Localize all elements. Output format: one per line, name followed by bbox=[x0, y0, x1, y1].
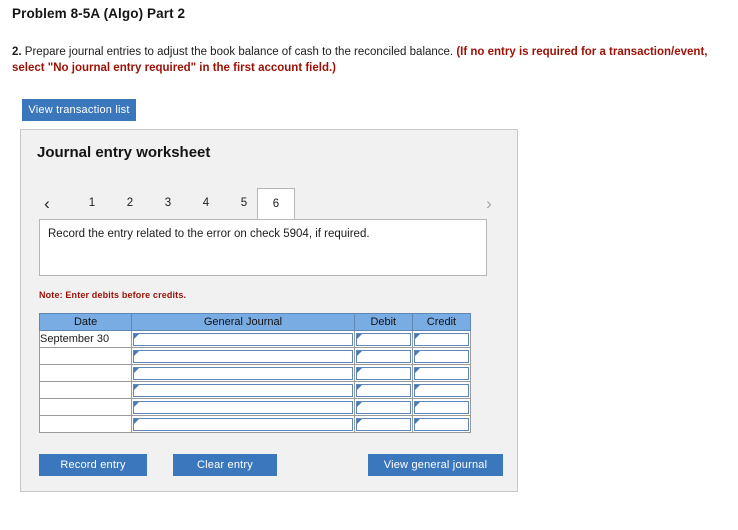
date-cell bbox=[38, 364, 133, 382]
problem-page: Problem 8-5A (Algo) Part 2 2. Prepare jo… bbox=[0, 0, 738, 530]
dropdown-marker-icon bbox=[414, 333, 420, 339]
dropdown-marker-icon bbox=[356, 367, 362, 373]
credit-input-cell[interactable] bbox=[411, 364, 472, 382]
table-header-row: Date General Journal Debit Credit bbox=[38, 313, 472, 331]
date-cell: September 30 bbox=[38, 330, 133, 348]
debit-input-cell[interactable] bbox=[353, 381, 413, 399]
date-cell bbox=[38, 347, 133, 365]
debits-before-credits-note: Note: Enter debits before credits. bbox=[39, 290, 187, 300]
credit-input[interactable] bbox=[413, 366, 469, 380]
credit-input-cell[interactable] bbox=[411, 330, 472, 348]
instruction-text: 2. Prepare journal entries to adjust the… bbox=[12, 44, 724, 76]
credit-input[interactable] bbox=[413, 400, 469, 414]
general-journal-input[interactable] bbox=[133, 332, 353, 346]
debit-input[interactable] bbox=[355, 400, 411, 414]
debit-input[interactable] bbox=[355, 349, 411, 363]
view-transaction-list-button[interactable]: View transaction list bbox=[22, 99, 136, 121]
general-journal-input[interactable] bbox=[133, 366, 353, 380]
general-journal-input[interactable] bbox=[133, 400, 353, 414]
chevron-right-icon[interactable]: › bbox=[479, 188, 499, 218]
dropdown-marker-icon bbox=[134, 401, 140, 407]
dropdown-marker-icon bbox=[356, 418, 362, 424]
general-journal-input[interactable] bbox=[133, 383, 353, 397]
general-journal-input-cell[interactable] bbox=[131, 415, 355, 433]
view-general-journal-button[interactable]: View general journal bbox=[368, 454, 503, 476]
general-journal-input-cell[interactable] bbox=[131, 330, 355, 348]
table-row: September 30 bbox=[38, 330, 472, 348]
credit-input-cell[interactable] bbox=[411, 347, 472, 365]
worksheet-tab-2[interactable]: 2 bbox=[111, 188, 149, 218]
debit-input-cell[interactable] bbox=[353, 330, 413, 348]
chevron-left-icon[interactable]: ‹ bbox=[37, 188, 57, 218]
general-journal-input-cell[interactable] bbox=[131, 347, 355, 365]
journal-entry-worksheet-panel: Journal entry worksheet ‹ › 1 2 3 4 5 6 … bbox=[20, 129, 518, 492]
journal-entry-table: Date General Journal Debit Credit Septem… bbox=[38, 313, 472, 433]
debit-input-cell[interactable] bbox=[353, 415, 413, 433]
worksheet-tab-1[interactable]: 1 bbox=[73, 188, 111, 218]
dropdown-marker-icon bbox=[134, 333, 140, 339]
table-row bbox=[38, 347, 472, 365]
date-cell bbox=[38, 381, 133, 399]
page-title: Problem 8-5A (Algo) Part 2 bbox=[12, 6, 186, 21]
column-header-date: Date bbox=[38, 313, 133, 331]
general-journal-input[interactable] bbox=[133, 417, 353, 431]
debit-input-cell[interactable] bbox=[353, 347, 413, 365]
worksheet-title: Journal entry worksheet bbox=[37, 144, 211, 161]
table-row bbox=[38, 381, 472, 399]
dropdown-marker-icon bbox=[414, 401, 420, 407]
debit-input[interactable] bbox=[355, 383, 411, 397]
general-journal-input-cell[interactable] bbox=[131, 398, 355, 416]
table-row bbox=[38, 398, 472, 416]
debit-input-cell[interactable] bbox=[353, 364, 413, 382]
dropdown-marker-icon bbox=[356, 350, 362, 356]
column-header-general-journal: General Journal bbox=[131, 313, 355, 331]
dropdown-marker-icon bbox=[414, 350, 420, 356]
dropdown-marker-icon bbox=[356, 401, 362, 407]
credit-input[interactable] bbox=[413, 417, 469, 431]
table-row bbox=[38, 415, 472, 433]
general-journal-input-cell[interactable] bbox=[131, 364, 355, 382]
worksheet-tab-3[interactable]: 3 bbox=[149, 188, 187, 218]
worksheet-tab-4[interactable]: 4 bbox=[187, 188, 225, 218]
credit-input-cell[interactable] bbox=[411, 398, 472, 416]
dropdown-marker-icon bbox=[414, 384, 420, 390]
worksheet-tab-6[interactable]: 6 bbox=[257, 188, 295, 219]
debit-input[interactable] bbox=[355, 366, 411, 380]
credit-input[interactable] bbox=[413, 332, 469, 346]
general-journal-input-cell[interactable] bbox=[131, 381, 355, 399]
credit-input[interactable] bbox=[413, 383, 469, 397]
dropdown-marker-icon bbox=[134, 367, 140, 373]
entry-prompt-text: Record the entry related to the error on… bbox=[48, 228, 370, 240]
credit-input-cell[interactable] bbox=[411, 415, 472, 433]
credit-input[interactable] bbox=[413, 349, 469, 363]
debit-input[interactable] bbox=[355, 417, 411, 431]
debit-input-cell[interactable] bbox=[353, 398, 413, 416]
instruction-step-number: 2. bbox=[12, 46, 22, 58]
clear-entry-button[interactable]: Clear entry bbox=[173, 454, 277, 476]
dropdown-marker-icon bbox=[356, 384, 362, 390]
credit-input-cell[interactable] bbox=[411, 381, 472, 399]
general-journal-input[interactable] bbox=[133, 349, 353, 363]
dropdown-marker-icon bbox=[134, 384, 140, 390]
entry-prompt-box: Record the entry related to the error on… bbox=[39, 219, 487, 276]
column-header-credit: Credit bbox=[411, 313, 472, 331]
dropdown-marker-icon bbox=[356, 333, 362, 339]
instruction-body: Prepare journal entries to adjust the bo… bbox=[24, 46, 454, 58]
table-row bbox=[38, 364, 472, 382]
worksheet-tabstrip: ‹ › 1 2 3 4 5 6 bbox=[21, 188, 519, 220]
record-entry-button[interactable]: Record entry bbox=[39, 454, 147, 476]
debit-input[interactable] bbox=[355, 332, 411, 346]
dropdown-marker-icon bbox=[134, 418, 140, 424]
column-header-debit: Debit bbox=[353, 313, 413, 331]
dropdown-marker-icon bbox=[414, 367, 420, 373]
date-cell bbox=[38, 398, 133, 416]
date-cell bbox=[38, 415, 133, 433]
dropdown-marker-icon bbox=[134, 350, 140, 356]
dropdown-marker-icon bbox=[414, 418, 420, 424]
